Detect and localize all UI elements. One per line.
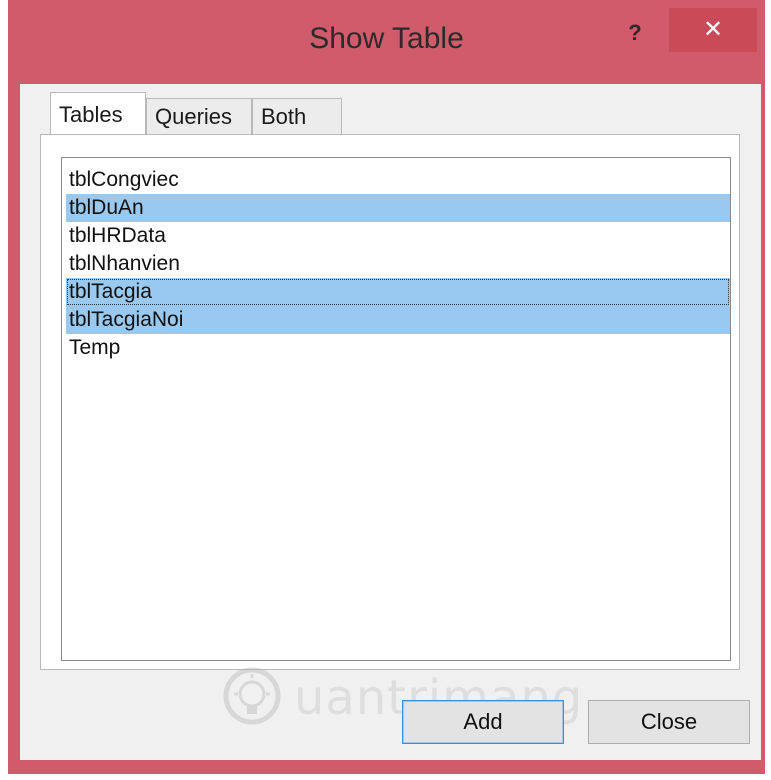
window-close-button[interactable]: ✕ (669, 8, 757, 52)
show-table-dialog: Show Table ? ✕ Tables Queries Both tblCo… (8, 0, 765, 774)
tab-tables[interactable]: Tables (50, 92, 146, 134)
list-item[interactable]: tblTacgiaNoi (66, 306, 730, 334)
dialog-body: Tables Queries Both tblCongviec tblDuAn … (20, 84, 761, 760)
title-bar[interactable]: Show Table ? ✕ (8, 0, 765, 84)
close-icon: ✕ (702, 16, 724, 43)
tab-both[interactable]: Both (252, 98, 342, 134)
list-item[interactable]: tblCongviec (66, 166, 730, 194)
lightbulb-icon (223, 667, 281, 725)
list-item[interactable]: tblNhanvien (66, 250, 730, 278)
tab-panel: tblCongviec tblDuAn tblHRData tblNhanvie… (40, 134, 740, 670)
close-button[interactable]: Close (588, 700, 750, 744)
table-listbox[interactable]: tblCongviec tblDuAn tblHRData tblNhanvie… (61, 157, 731, 661)
list-item[interactable]: tblHRData (66, 222, 730, 250)
list-item[interactable]: tblDuAn (66, 194, 730, 222)
help-button[interactable]: ? (616, 14, 654, 52)
add-button[interactable]: Add (402, 700, 564, 744)
list-item[interactable]: tblTacgia (66, 278, 730, 306)
list-item[interactable]: Temp (66, 334, 730, 362)
tab-queries[interactable]: Queries (146, 98, 252, 134)
